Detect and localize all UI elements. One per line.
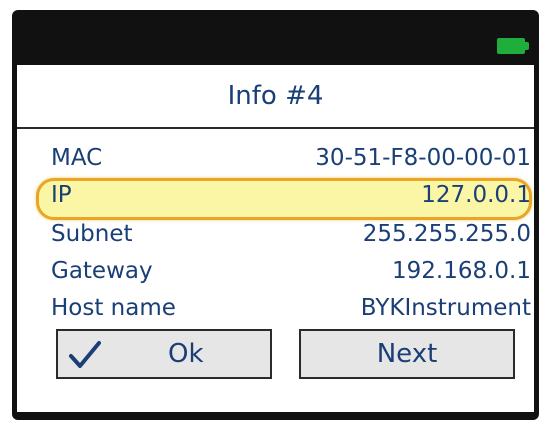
info-label-gateway: Gateway — [51, 258, 153, 284]
info-row-subnet: Subnet 255.255.255.0 — [51, 215, 531, 253]
checkmark-icon — [69, 341, 101, 368]
info-value-ip: 127.0.0.1 — [421, 182, 531, 208]
next-button[interactable]: Next — [299, 329, 515, 379]
info-label-host-name: Host name — [51, 295, 176, 321]
info-row-ip: IP 127.0.0.1 — [51, 176, 531, 214]
ok-button[interactable]: Ok — [56, 329, 272, 379]
info-row-mac: MAC 30-51-F8-00-00-01 — [51, 139, 531, 177]
info-screen: Info #4 MAC 30-51-F8-00-00-01 IP 127.0.0… — [17, 65, 534, 412]
info-label-mac: MAC — [51, 145, 103, 171]
next-button-label: Next — [376, 339, 438, 369]
info-value-mac: 30-51-F8-00-00-01 — [315, 145, 531, 171]
info-row-host-name: Host name BYKInstrument — [51, 289, 531, 327]
page-title: Info #4 — [17, 65, 534, 129]
info-label-ip: IP — [51, 182, 72, 208]
info-row-gateway: Gateway 192.168.0.1 — [51, 252, 531, 290]
info-label-subnet: Subnet — [51, 221, 133, 247]
info-value-host-name: BYKInstrument — [360, 295, 531, 321]
device-frame: Info #4 MAC 30-51-F8-00-00-01 IP 127.0.0… — [12, 10, 539, 420]
info-value-subnet: 255.255.255.0 — [362, 221, 531, 247]
status-bar — [12, 10, 539, 64]
info-value-gateway: 192.168.0.1 — [392, 258, 531, 284]
ok-button-label: Ok — [168, 339, 204, 369]
battery-icon — [497, 38, 529, 54]
